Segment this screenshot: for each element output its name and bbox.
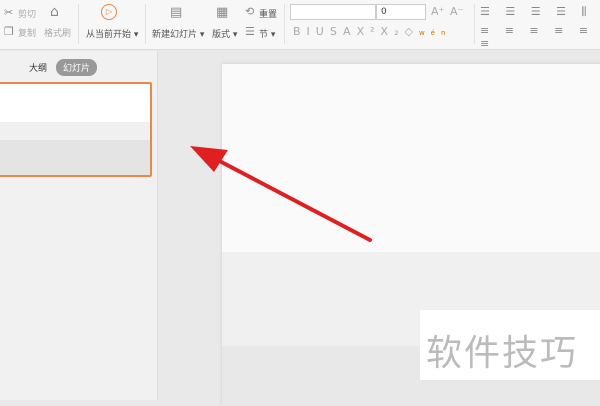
watermark: 软件技巧 [420,310,600,380]
